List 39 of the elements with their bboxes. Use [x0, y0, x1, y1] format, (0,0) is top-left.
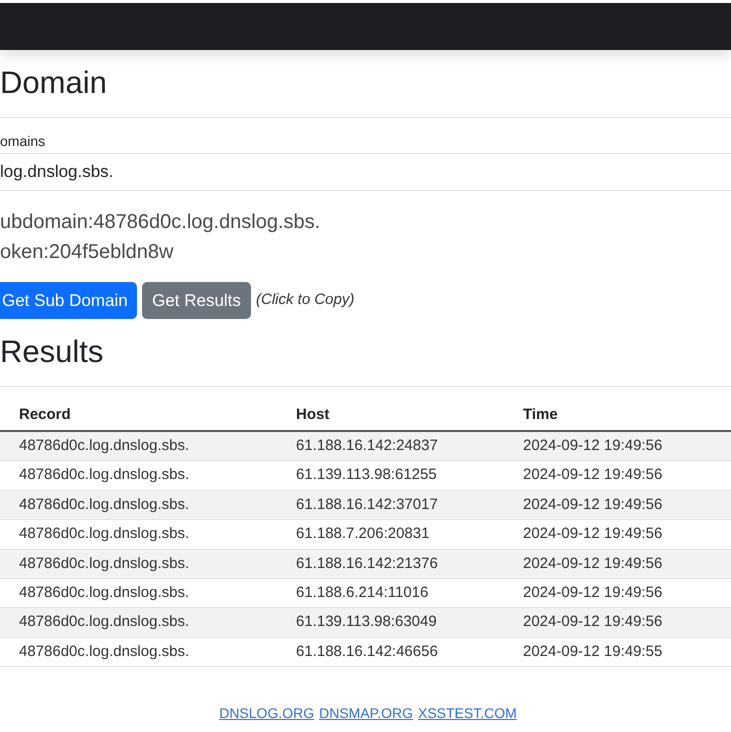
table-cell-text: 2024-09-12 19:49:56	[523, 465, 662, 486]
table-cell-text: 61.188.16.142:46656	[296, 642, 438, 662]
table-cell-text: 61.188.16.142:24837	[296, 436, 438, 456]
table-cell-text: 2024-09-12 19:49:55	[523, 642, 662, 662]
footer-link[interactable]: XSSTEST.COM	[418, 703, 517, 724]
column-header: omains	[0, 133, 46, 150]
column-header: Record	[19, 406, 71, 424]
table-cell-text: 61.139.113.98:63049	[296, 612, 437, 632]
table-cell-text: 48786d0c.log.dnslog.sbs.	[19, 436, 190, 456]
table-cell-text: 48786d0c.log.dnslog.sbs.	[19, 612, 190, 632]
section-heading: Results	[0, 333, 104, 370]
table-cell-text: 48786d0c.log.dnslog.sbs.	[19, 494, 190, 515]
table-cell-text: 61.188.16.142:37017	[296, 494, 438, 515]
footer-link[interactable]: DNSMAP.ORG	[319, 703, 413, 724]
table-cell-text: 48786d0c.log.dnslog.sbs.	[19, 642, 190, 662]
table-cell-text: 61.188.16.142:21376	[296, 554, 438, 574]
column-header: Host	[296, 406, 330, 424]
table-cell-text: 61.139.113.98:61255	[296, 465, 437, 486]
table-cell-text: 2024-09-12 19:49:56	[523, 612, 662, 632]
table-cell: log.dnslog.sbs.	[0, 162, 114, 182]
copy-hint: (Click to Copy)	[256, 290, 354, 310]
table-cell-text: 48786d0c.log.dnslog.sbs.	[19, 465, 190, 486]
table-cell-text: 2024-09-12 19:49:56	[523, 436, 662, 456]
get-results-button[interactable]: Get Results	[142, 282, 251, 319]
section-heading: Domain	[0, 64, 107, 101]
table-cell-text: 48786d0c.log.dnslog.sbs.	[19, 524, 190, 544]
subdomain-text: ubdomain:48786d0c.log.dnslog.sbs.	[0, 210, 320, 235]
table-cell-text: 2024-09-12 19:49:56	[523, 554, 662, 574]
table-cell-text: 2024-09-12 19:49:56	[523, 524, 662, 544]
table-cell-text: 2024-09-12 19:49:56	[523, 582, 662, 603]
table-cell-text: 48786d0c.log.dnslog.sbs.	[19, 554, 190, 574]
token-text: oken:204f5ebldn8w	[0, 240, 174, 265]
table-cell-text: 2024-09-12 19:49:56	[523, 494, 662, 515]
column-header: Time	[523, 406, 558, 424]
footer-link[interactable]: DNSLOG.ORG	[219, 703, 314, 724]
table-cell-text: 61.188.6.214:11016	[296, 582, 428, 603]
get-sub-domain-button[interactable]: Get Sub Domain	[0, 282, 137, 319]
table-cell-text: 48786d0c.log.dnslog.sbs.	[19, 582, 190, 603]
table-cell-text: 61.188.7.206:20831	[296, 524, 430, 544]
